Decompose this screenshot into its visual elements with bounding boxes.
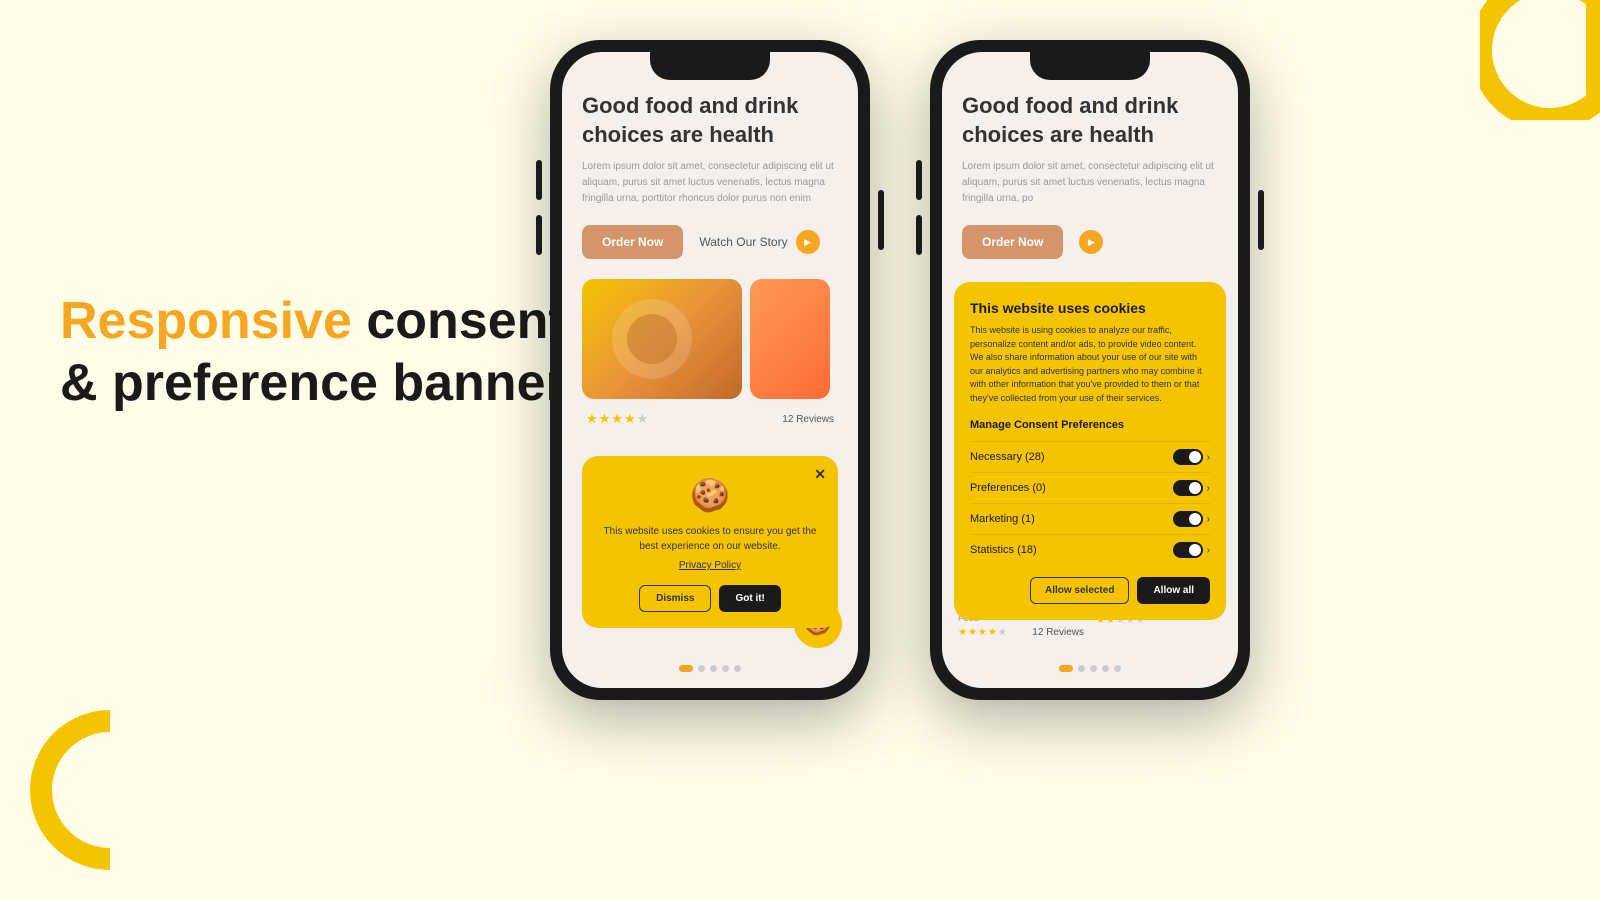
chevron-preferences: › xyxy=(1207,483,1210,494)
pref-panel-title: This website uses cookies xyxy=(970,300,1210,316)
deco-right-stripe xyxy=(1586,0,1600,100)
vol-up-btn xyxy=(536,160,542,200)
food-images xyxy=(582,279,838,399)
phone2-vol-down xyxy=(916,215,922,255)
phone-1: Good food and drink choices are health L… xyxy=(550,40,870,700)
phone2-dot-4 xyxy=(1102,665,1109,672)
power-btn xyxy=(878,190,884,250)
food-image-large xyxy=(582,279,742,399)
deco-bottom-left xyxy=(30,710,190,870)
pref-necessary-toggle[interactable]: › xyxy=(1173,449,1210,465)
phone2-order-button[interactable]: Order Now xyxy=(962,225,1063,259)
privacy-policy-link[interactable]: Privacy Policy xyxy=(598,560,822,571)
pref-statistics-label: Statistics (18) xyxy=(970,544,1037,556)
phones-container: Good food and drink choices are health L… xyxy=(550,40,1250,700)
phone-2-title: Good food and drink choices are health xyxy=(962,92,1218,149)
phone-2-body: Lorem ipsum dolor sit amet, consectetur … xyxy=(962,159,1218,207)
hero-text: Responsive consent & preference banner xyxy=(60,290,580,415)
phone-2-buttons: Order Now ▶ xyxy=(962,225,1218,259)
cookie-text: This website uses cookies to ensure you … xyxy=(598,524,822,554)
phone-2-notch xyxy=(1030,52,1150,80)
pref-row-statistics: Statistics (18) › xyxy=(970,534,1210,565)
food-card-1-stars: ★★★★★ xyxy=(958,627,1008,638)
dot-4 xyxy=(722,665,729,672)
phone2-dot-5 xyxy=(1114,665,1121,672)
pref-preferences-label: Preferences (0) xyxy=(970,482,1046,494)
phone2-play-icon: ▶ xyxy=(1079,230,1103,254)
phone-1-screen: Good food and drink choices are health L… xyxy=(562,52,858,688)
pref-panel-desc: This website is using cookies to analyze… xyxy=(970,324,1210,405)
manage-consent-title: Manage Consent Preferences xyxy=(970,419,1210,431)
dot-1 xyxy=(679,665,693,672)
phone-2-dots xyxy=(1059,665,1121,672)
food-image-small xyxy=(750,279,830,399)
cookie-icon: 🍪 xyxy=(598,476,822,514)
phone2-vol-up xyxy=(916,160,922,200)
phone-1-dots xyxy=(679,665,741,672)
watch-story-button[interactable]: Watch Our Story ▶ xyxy=(699,230,819,254)
chevron-necessary: › xyxy=(1207,452,1210,463)
phone2-dot-2 xyxy=(1078,665,1085,672)
play-icon: ▶ xyxy=(796,230,820,254)
phone2-dot-1 xyxy=(1059,665,1073,672)
heading-highlight: Responsive xyxy=(60,292,352,350)
order-now-button[interactable]: Order Now xyxy=(582,225,683,259)
watch-story-label: Watch Our Story xyxy=(699,235,787,249)
food-card-1-rating: ★★★★★ 12 Reviews xyxy=(958,627,1084,638)
vol-down-btn xyxy=(536,215,542,255)
phone2-dot-3 xyxy=(1090,665,1097,672)
pref-marketing-label: Marketing (1) xyxy=(970,513,1035,525)
reviews-text-1: 12 Reviews xyxy=(782,414,834,425)
toggle-marketing[interactable] xyxy=(1173,511,1203,527)
phone-2-screen: Good food and drink choices are health L… xyxy=(942,52,1238,688)
phone-1-notch xyxy=(650,52,770,80)
phone-1-buttons: Order Now Watch Our Story ▶ xyxy=(582,225,838,259)
phone2-power xyxy=(1258,190,1264,250)
allow-all-button[interactable]: Allow all xyxy=(1137,577,1210,604)
chevron-statistics: › xyxy=(1207,545,1210,556)
phone-1-body: Lorem ipsum dolor sit amet, consectetur … xyxy=(582,159,838,207)
rating-row-1: ★★★★★ 12 Reviews xyxy=(582,411,838,427)
phone-1-title: Good food and drink choices are health xyxy=(582,92,838,149)
pref-marketing-toggle[interactable]: › xyxy=(1173,511,1210,527)
chevron-marketing: › xyxy=(1207,514,1210,525)
preferences-panel: This website uses cookies This website i… xyxy=(954,282,1226,620)
toggle-preferences[interactable] xyxy=(1173,480,1203,496)
toggle-necessary[interactable] xyxy=(1173,449,1203,465)
cookie-actions: Dismiss Got it! xyxy=(598,585,822,612)
phone-2: Good food and drink choices are health L… xyxy=(930,40,1250,700)
heading-part2: consent xyxy=(366,292,565,350)
pref-row-marketing: Marketing (1) › xyxy=(970,503,1210,534)
pref-statistics-toggle[interactable]: › xyxy=(1173,542,1210,558)
pref-necessary-label: Necessary (28) xyxy=(970,451,1045,463)
dot-3 xyxy=(710,665,717,672)
cookie-banner: ✕ 🍪 This website uses cookies to ensure … xyxy=(582,456,838,628)
dot-5 xyxy=(734,665,741,672)
food-card-1-reviews: 12 Reviews xyxy=(1032,627,1084,638)
pref-row-necessary: Necessary (28) › xyxy=(970,441,1210,472)
allow-selected-button[interactable]: Allow selected xyxy=(1030,577,1129,604)
toggle-statistics[interactable] xyxy=(1173,542,1203,558)
pref-row-preferences: Preferences (0) › xyxy=(970,472,1210,503)
pref-actions: Allow selected Allow all xyxy=(970,577,1210,604)
dismiss-button[interactable]: Dismiss xyxy=(639,585,711,612)
gotit-button[interactable]: Got it! xyxy=(719,585,780,612)
dot-2 xyxy=(698,665,705,672)
cookie-close-button[interactable]: ✕ xyxy=(814,466,826,483)
pref-preferences-toggle[interactable]: › xyxy=(1173,480,1210,496)
deco-top-right xyxy=(1480,0,1600,120)
stars-1: ★★★★★ xyxy=(586,411,649,427)
heading-part3: & preference banner xyxy=(60,354,566,412)
